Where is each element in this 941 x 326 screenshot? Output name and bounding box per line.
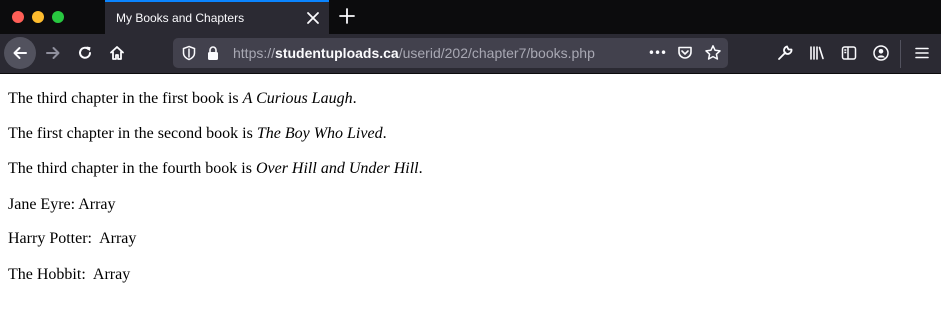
- array-output-line: Jane Eyre: Array: [8, 196, 116, 213]
- sentence-suffix: .: [382, 125, 387, 142]
- home-icon[interactable]: [102, 38, 132, 68]
- wrench-icon[interactable]: [775, 43, 795, 63]
- array-output-line: The Hobbit: Array: [8, 266, 131, 283]
- bookmark-star-icon[interactable]: [704, 44, 722, 62]
- tab-bar: My Books and Chapters: [0, 0, 941, 34]
- library-icon[interactable]: [807, 43, 827, 63]
- new-tab-icon[interactable]: [338, 7, 356, 25]
- browser-chrome: My Books and Chapters https://studentupl…: [0, 0, 941, 74]
- url-path: /userid/202/chapter7/books.php: [398, 45, 595, 61]
- sentence-prefix: The third chapter in the first book is: [8, 90, 243, 107]
- pocket-icon[interactable]: [676, 44, 694, 62]
- sentence-suffix: .: [418, 160, 423, 177]
- toolbar-divider: [900, 40, 901, 68]
- chapter-sentence: The third chapter in the first book is A…: [8, 90, 357, 108]
- chapter-title: The Boy Who Lived: [256, 125, 383, 142]
- url-scheme: https://: [233, 45, 276, 61]
- url-bar[interactable]: https://studentuploads.ca/userid/202/cha…: [173, 38, 728, 68]
- array-output-line: Harry Potter: Array: [8, 230, 137, 247]
- url-host: studentuploads.ca: [275, 45, 399, 61]
- maximize-window-button[interactable]: [52, 11, 64, 23]
- sidebar-icon[interactable]: [839, 43, 859, 63]
- sentence-prefix: The third chapter in the fourth book is: [8, 160, 256, 177]
- chapter-title: A Curious Laugh: [242, 90, 353, 107]
- sentence-suffix: .: [352, 90, 357, 107]
- chapter-sentence: The third chapter in the fourth book is …: [8, 160, 423, 178]
- lock-icon[interactable]: [205, 45, 221, 61]
- hamburger-menu-icon[interactable]: [912, 43, 932, 63]
- account-icon[interactable]: [871, 43, 891, 63]
- tab-title: My Books and Chapters: [116, 11, 245, 25]
- forward-arrow-icon[interactable]: [38, 38, 68, 68]
- chapter-title: Over Hill and Under Hill: [255, 160, 419, 177]
- nav-toolbar: https://studentuploads.ca/userid/202/cha…: [0, 34, 941, 74]
- minimize-window-button[interactable]: [32, 11, 44, 23]
- chapter-sentence: The first chapter in the second book is …: [8, 125, 387, 143]
- url-text[interactable]: https://studentuploads.ca/userid/202/cha…: [233, 45, 595, 61]
- page-content: The third chapter in the first book is A…: [0, 74, 941, 326]
- more-actions-icon[interactable]: •••: [647, 44, 667, 62]
- back-arrow-icon[interactable]: [4, 37, 36, 69]
- sentence-prefix: The first chapter in the second book is: [8, 125, 257, 142]
- tracking-shield-icon[interactable]: [181, 45, 197, 61]
- more-actions-label: •••: [647, 46, 667, 60]
- close-tab-icon[interactable]: [305, 10, 321, 26]
- reload-icon[interactable]: [70, 38, 100, 68]
- tab-active[interactable]: My Books and Chapters: [105, 0, 329, 34]
- close-window-button[interactable]: [12, 11, 24, 23]
